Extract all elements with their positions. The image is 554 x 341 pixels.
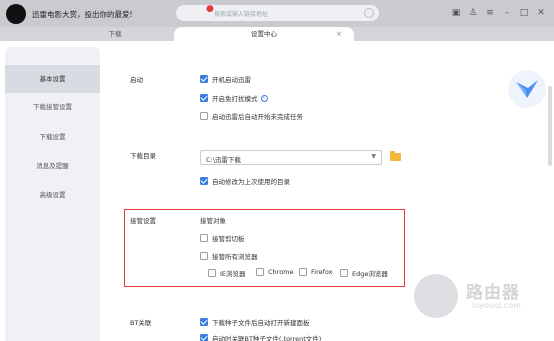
search-input[interactable]: 搜索或输入链接地址	[214, 9, 268, 18]
auto-start-checkbox[interactable]	[200, 75, 208, 83]
browser-chrome-option[interactable]: Chrome	[256, 268, 294, 276]
no-disturb-option[interactable]: 开启免打扰模式 i	[200, 93, 268, 103]
bt-open-panel-label: 下载种子文件后自动打开新建面板	[212, 319, 310, 327]
browser-firefox-option[interactable]: Firefox	[299, 268, 333, 276]
bt-associate-option[interactable]: 启动时关联BT种子文件(.torrent文件)	[200, 333, 321, 341]
browser-ie-checkbox[interactable]	[208, 269, 216, 277]
sidebar-item-takeover[interactable]: 下载接管设置	[5, 93, 100, 121]
tab-settings-label: 设置中心	[251, 30, 277, 38]
scrollbar[interactable]	[548, 86, 552, 166]
tab-strip: 下载 设置中心 ×	[0, 27, 554, 41]
takeover-label: 接管设置	[130, 217, 156, 225]
startup-label: 启动	[130, 76, 143, 84]
browser-ie-option[interactable]: IE浏览器	[208, 268, 246, 278]
watermark-text: 路由器	[466, 283, 520, 303]
bt-open-panel-option[interactable]: 下载种子文件后自动打开新建面板	[200, 317, 310, 327]
all-browsers-label: 接管所有浏览器	[212, 253, 258, 261]
shirt-icon[interactable]: ♙	[468, 8, 478, 18]
bt-associate-checkbox[interactable]	[200, 334, 208, 341]
no-disturb-checkbox[interactable]	[200, 94, 208, 102]
sidebar-item-advanced[interactable]: 高级设置	[5, 181, 100, 209]
minimize-icon[interactable]: –	[502, 8, 512, 18]
skin-icon[interactable]: ▣	[451, 8, 461, 18]
folder-icon[interactable]	[390, 151, 401, 161]
remember-dir-checkbox[interactable]	[200, 177, 208, 185]
bird-icon	[516, 80, 538, 98]
bt-label: BT关联	[130, 319, 152, 327]
sidebar-item-basic[interactable]: 基本设置	[5, 65, 100, 93]
title-bar: 迅雷电影大赏，投出你的最爱! ● 搜索或输入链接地址 ▣ ♙ ≡ – □ ✕	[0, 0, 554, 27]
search-icon[interactable]	[364, 8, 374, 18]
download-dir-select[interactable]: C:\迅雷下载 ▼	[200, 150, 382, 165]
browser-ie-label: IE浏览器	[220, 270, 246, 278]
sidebar-item-notifications[interactable]: 消息及提醒	[5, 152, 100, 180]
resume-tasks-checkbox[interactable]	[200, 112, 208, 120]
download-dir-label: 下载目录	[130, 152, 156, 160]
location-pin-icon: ●	[206, 4, 214, 14]
menu-icon[interactable]: ≡	[485, 8, 495, 18]
close-icon[interactable]: ✕	[536, 8, 546, 18]
resume-tasks-option[interactable]: 启动迅雷后自动开始未完成任务	[200, 111, 303, 121]
clipboard-option[interactable]: 接管剪切板	[200, 233, 245, 243]
browser-edge-option[interactable]: Edge浏览器	[340, 268, 388, 278]
chevron-down-icon[interactable]: ▼	[371, 153, 376, 160]
clipboard-checkbox[interactable]	[200, 234, 208, 242]
browser-firefox-label: Firefox	[311, 268, 333, 276]
browser-edge-label: Edge浏览器	[352, 270, 388, 278]
browser-chrome-checkbox[interactable]	[256, 268, 264, 276]
bt-associate-label: 启动时关联BT种子文件(.torrent文件)	[212, 335, 322, 341]
router-logo-icon	[414, 274, 458, 318]
watermark-url: luyouqi.com	[472, 301, 521, 310]
remember-dir-option[interactable]: 自动修改为上次使用的目录	[200, 176, 290, 186]
browser-firefox-checkbox[interactable]	[299, 268, 307, 276]
thunder-logo	[508, 70, 546, 108]
all-browsers-checkbox[interactable]	[200, 252, 208, 260]
takeover-object-label: 接管对象	[200, 217, 226, 225]
tab-settings[interactable]: 设置中心 ×	[174, 27, 354, 41]
auto-start-option[interactable]: 开机启动迅雷	[200, 74, 251, 84]
all-browsers-option[interactable]: 接管所有浏览器	[200, 251, 258, 261]
auto-start-label: 开机启动迅雷	[212, 76, 251, 84]
watermark: 路由器 luyouqi.com	[410, 268, 550, 338]
clipboard-label: 接管剪切板	[212, 235, 245, 243]
avatar[interactable]	[6, 4, 26, 24]
maximize-icon[interactable]: □	[519, 8, 529, 18]
browser-edge-checkbox[interactable]	[340, 269, 348, 277]
settings-sidebar: 基本设置 下载接管设置 下载设置 消息及提醒 高级设置	[5, 47, 100, 341]
search-bar[interactable]: ● 搜索或输入链接地址	[176, 5, 379, 21]
no-disturb-label: 开启免打扰模式	[212, 95, 258, 103]
window-controls: ▣ ♙ ≡ – □ ✕	[451, 8, 546, 18]
close-tab-icon[interactable]: ×	[336, 27, 342, 41]
browser-chrome-label: Chrome	[268, 268, 294, 276]
download-dir-value: C:\迅雷下载	[206, 156, 241, 164]
tab-download[interactable]: 下载	[60, 27, 170, 41]
promo-text[interactable]: 迅雷电影大赏，投出你的最爱!	[32, 9, 133, 20]
bt-open-panel-checkbox[interactable]	[200, 318, 208, 326]
sidebar-item-download[interactable]: 下载设置	[5, 123, 100, 151]
info-icon[interactable]: i	[260, 94, 268, 102]
resume-tasks-label: 启动迅雷后自动开始未完成任务	[212, 113, 303, 121]
remember-dir-label: 自动修改为上次使用的目录	[212, 178, 290, 186]
